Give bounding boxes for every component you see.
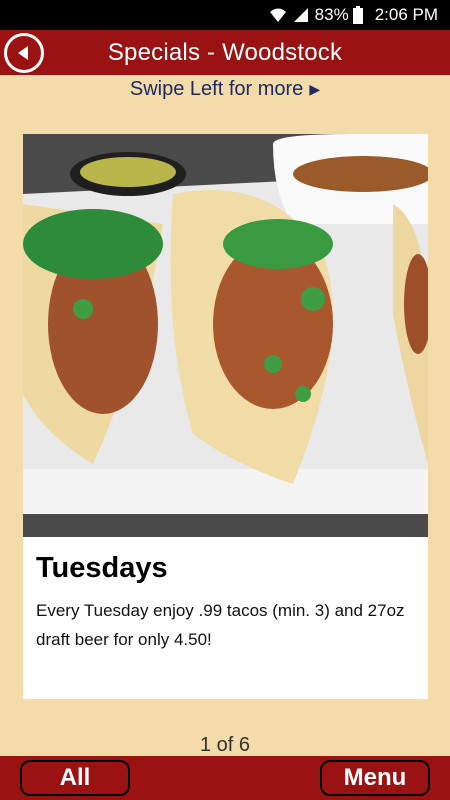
page-indicator: 1 of 6 [199, 734, 251, 756]
swipe-hint-text: Swipe Left for more [129, 78, 304, 100]
special-title: Tuesdays [36, 552, 168, 584]
special-description: Every Tuesday enjoy .99 tacos (min. 3) a… [36, 601, 405, 649]
special-card[interactable]: Tuesdays Every Tuesday enjoy .99 tacos (… [23, 134, 428, 699]
app-header: Specials - Woodstock [0, 30, 450, 75]
battery-icon [352, 6, 363, 24]
all-button[interactable]: All [20, 760, 130, 796]
back-button[interactable] [4, 33, 44, 73]
clock: 2:06 PM [374, 5, 438, 24]
bottom-bar: All Menu [0, 756, 450, 800]
triangle-right-icon: ▶ [309, 81, 321, 97]
status-bar: 83% 2:06 PM [0, 0, 450, 30]
menu-button[interactable]: Menu [320, 760, 430, 796]
battery-percent: 83% [314, 5, 349, 24]
back-arrow-icon [18, 46, 28, 60]
signal-icon [293, 7, 309, 23]
page-title: Specials - Woodstock [107, 38, 343, 66]
tacos-photo [23, 134, 428, 537]
swipe-hint: Swipe Left for more ▶ [0, 78, 450, 101]
wifi-icon [269, 7, 287, 23]
